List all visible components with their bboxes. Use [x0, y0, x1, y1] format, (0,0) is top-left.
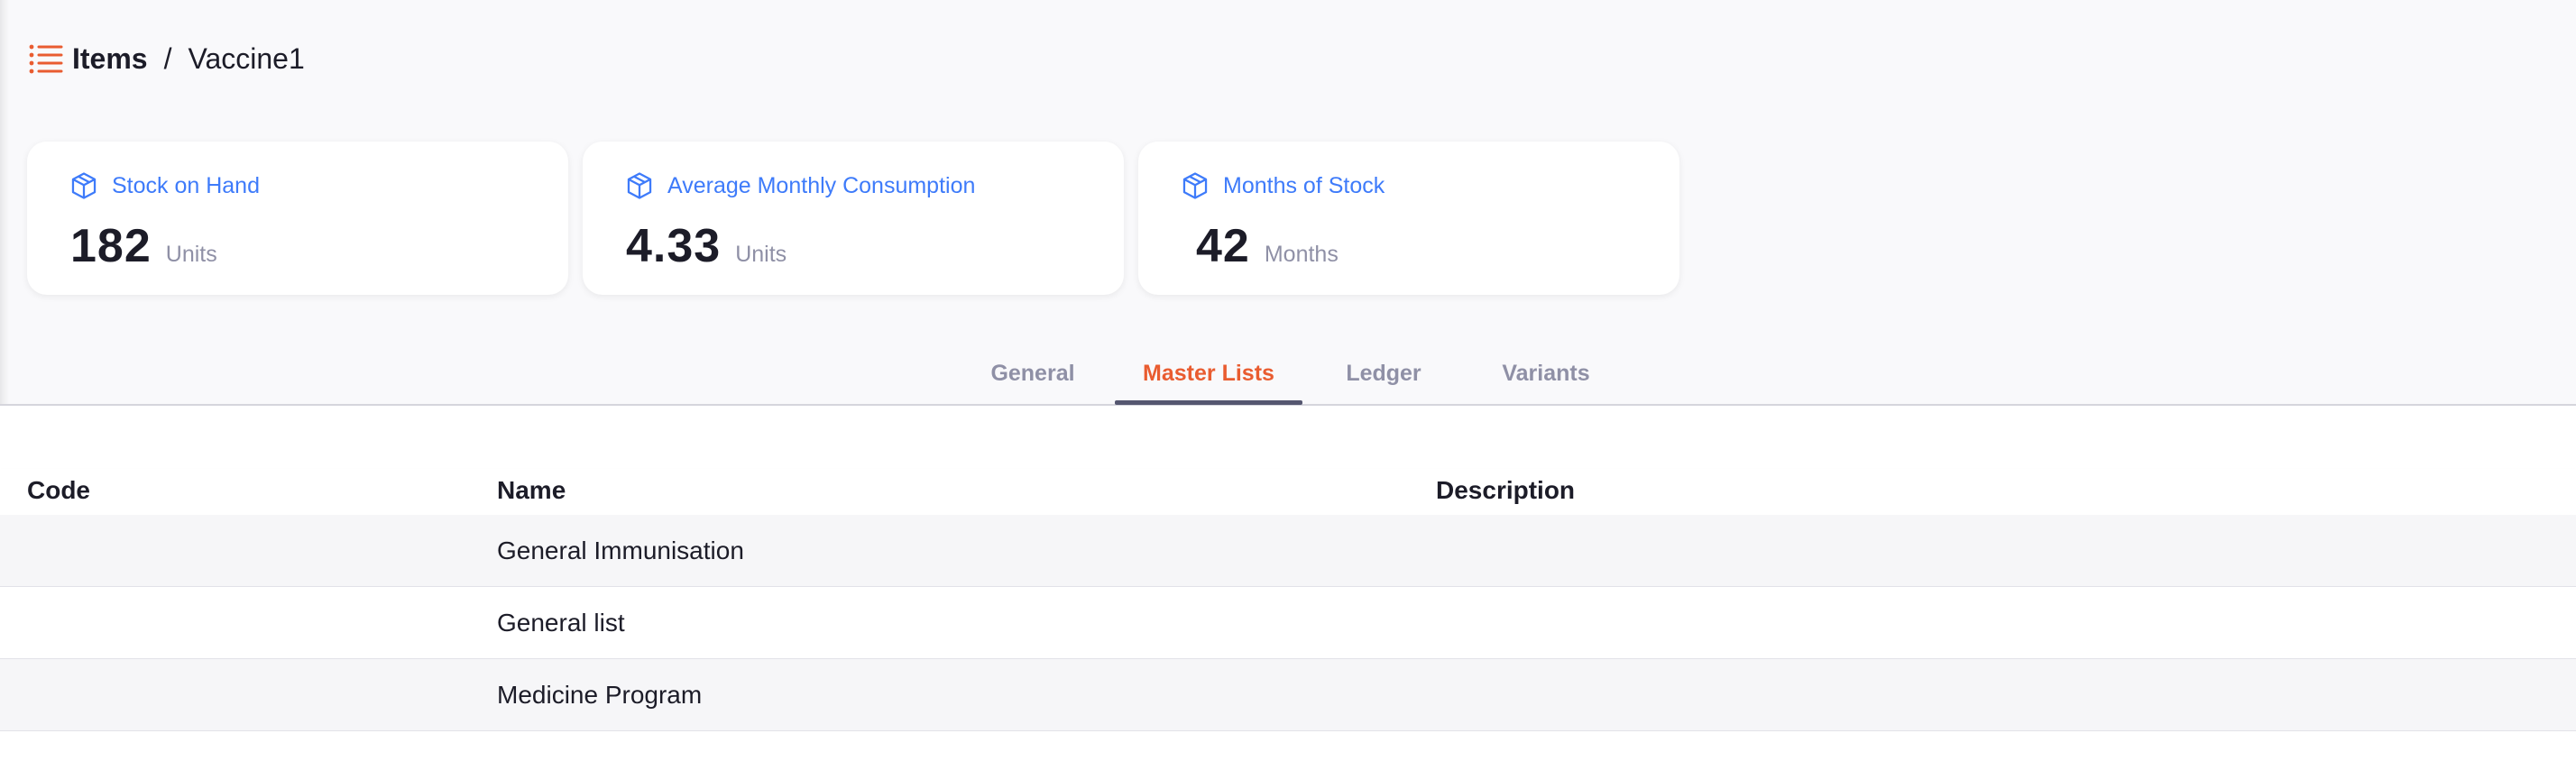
- breadcrumb-items-link[interactable]: Items: [72, 42, 148, 76]
- column-header-name[interactable]: Name: [497, 476, 566, 505]
- package-icon: [627, 172, 652, 199]
- cell-name: Medicine Program: [497, 681, 703, 709]
- breadcrumb-current: Vaccine1: [188, 41, 305, 75]
- stat-value-row: 42 Months: [1196, 219, 1339, 273]
- stat-value-row: 4.33 Units: [626, 219, 787, 273]
- stat-card-header: Months of Stock: [1180, 170, 1385, 201]
- cell-name: General list: [497, 609, 625, 637]
- stats-cards: Stock on Hand 182 Units Average Monthly …: [27, 142, 1679, 295]
- master-lists-table: Code Name Description General Immunisati…: [0, 406, 2576, 761]
- stat-unit: Units: [165, 242, 217, 267]
- table-row[interactable]: General Immunisation: [0, 515, 2576, 587]
- list-icon: [29, 44, 63, 74]
- detail-tabs: General Master Lists Ledger Variants: [0, 343, 2576, 406]
- stat-card-months-of-stock: Months of Stock 42 Months: [1138, 142, 1679, 295]
- tab-general[interactable]: General: [974, 361, 1091, 404]
- package-icon: [71, 172, 97, 199]
- tab-variants[interactable]: Variants: [1488, 361, 1604, 404]
- stat-card-header: Stock on Hand: [69, 170, 260, 201]
- cell-name: General Immunisation: [497, 536, 744, 564]
- table-header: Code Name Description: [0, 469, 2576, 515]
- stat-value: 182: [70, 220, 152, 272]
- stat-unit: Units: [735, 242, 787, 267]
- active-tab-indicator: [1115, 400, 1302, 405]
- table-row[interactable]: Medicine Program: [0, 659, 2576, 731]
- table-row[interactable]: General list: [0, 587, 2576, 659]
- breadcrumb-separator: /: [163, 41, 172, 75]
- column-header-description[interactable]: Description: [1436, 476, 1575, 505]
- tab-ledger[interactable]: Ledger: [1326, 361, 1441, 404]
- stat-value-row: 182 Units: [70, 219, 217, 273]
- stat-label: Months of Stock: [1223, 172, 1385, 198]
- stat-value: 4.33: [626, 220, 722, 272]
- stat-card-stock-on-hand: Stock on Hand 182 Units: [27, 142, 568, 295]
- stat-label: Stock on Hand: [112, 172, 260, 198]
- stat-unit: Months: [1264, 242, 1339, 267]
- stat-label: Average Monthly Consumption: [667, 172, 976, 198]
- package-icon: [1182, 172, 1208, 199]
- stat-value: 42: [1196, 220, 1250, 272]
- app-root: Items / Vaccine1 Stock on Hand 182 Units: [0, 0, 2576, 761]
- stat-card-average-monthly-consumption: Average Monthly Consumption 4.33 Units: [583, 142, 1124, 295]
- breadcrumb: Items / Vaccine1: [29, 36, 305, 81]
- tab-master-lists[interactable]: Master Lists: [1115, 361, 1302, 404]
- stat-card-header: Average Monthly Consumption: [624, 170, 975, 201]
- column-header-code[interactable]: Code: [27, 476, 90, 505]
